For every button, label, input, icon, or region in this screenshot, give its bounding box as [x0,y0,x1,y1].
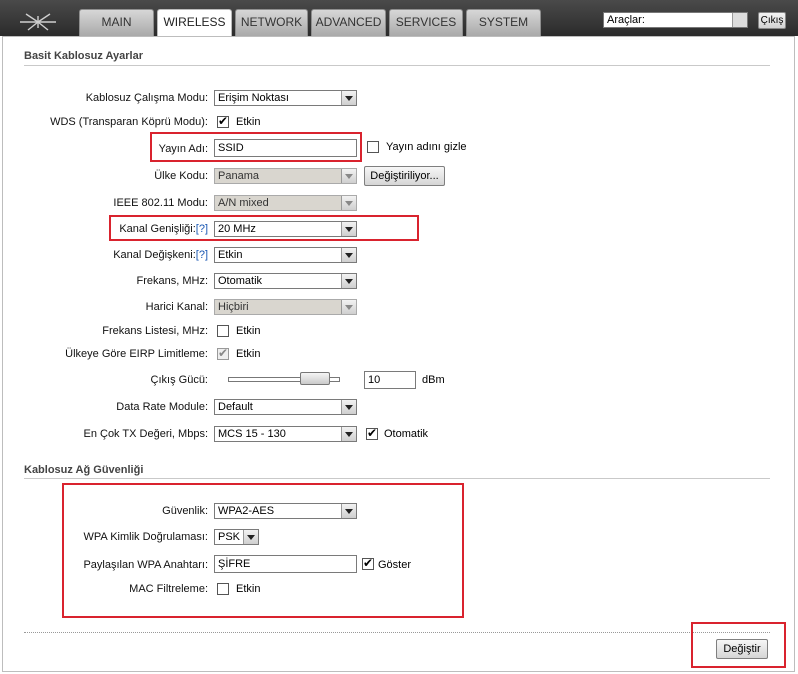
max-tx-label: En Çok TX Değeri, Mbps: [83,428,208,440]
tab-services[interactable]: SERVICES [389,9,463,36]
channel-shift-value: Etkin [218,249,243,261]
tab-main[interactable]: MAIN [79,9,154,36]
data-rate-value: Default [218,401,253,413]
eirp-checkbox [217,346,229,360]
extension-channel-label: Harici Kanal: [145,301,208,313]
chevron-down-icon [341,91,356,105]
highlight-channel-width [109,215,419,241]
security-title: Kablosuz Ağ Güvenliği [24,464,144,476]
highlight-ssid [150,132,362,162]
chevron-down-icon [341,427,356,441]
max-tx-auto-text: Otomatik [384,428,429,440]
max-tx-value: MCS 15 - 130 [218,428,286,440]
top-navigation-bar: MAIN WIRELESS NETWORK ADVANCED SERVICES … [0,0,798,37]
data-rate-select[interactable]: Default [214,399,357,415]
data-rate-label: Data Rate Module: [116,401,208,413]
logout-button[interactable]: Çıkış [758,12,786,29]
ubiquiti-logo [20,13,56,31]
extension-channel-value: Hiçbiri [218,301,249,313]
highlight-security [62,483,464,618]
wds-label: WDS (Transparan Köprü Modu): [50,116,208,128]
country-select: Panama [214,168,357,184]
channel-shift-label-text: Kanal Değişkeni: [113,249,196,261]
highlight-apply [691,622,786,668]
eirp-text: Etkin [236,348,261,360]
ieee-mode-select: A/N mixed [214,195,357,211]
hide-ssid-checkbox[interactable] [367,141,379,153]
output-power-slider-handle[interactable] [300,372,330,385]
chevron-down-icon [341,196,356,210]
tools-select[interactable]: Araçlar: [603,12,748,28]
frequency-list-checkbox[interactable] [217,325,229,337]
tab-advanced[interactable]: ADVANCED [311,9,386,36]
chevron-down-icon [341,274,356,288]
wds-checkbox[interactable] [217,114,229,128]
frequency-select[interactable]: Otomatik [214,273,357,289]
frequency-list-text: Etkin [236,325,261,337]
tab-system[interactable]: SYSTEM [466,9,541,36]
change-country-button[interactable]: Değiştiriliyor... [364,166,445,186]
output-power-input[interactable]: 10 [364,371,416,389]
extension-channel-select: Hiçbiri [214,299,357,315]
footer-divider [24,632,770,633]
channel-shift-help-link[interactable]: [?] [196,249,208,261]
max-tx-auto-checkbox[interactable] [366,426,378,440]
ieee-mode-value: A/N mixed [218,197,269,209]
wireless-mode-select[interactable]: Erişim Noktası [214,90,357,106]
tools-select-value: Araçlar: [607,14,645,26]
basic-wireless-title: Basit Kablosuz Ayarlar [24,50,144,62]
eirp-label: Ülkeye Göre EIRP Limitleme: [65,348,208,360]
chevron-down-icon [341,300,356,314]
country-label: Ülke Kodu: [154,170,208,182]
wds-enabled-text: Etkin [236,116,261,128]
hide-ssid-text: Yayın adını gizle [386,141,467,153]
mode-label: Kablosuz Çalışma Modu: [85,92,208,104]
wireless-mode-value: Erişim Noktası [218,92,289,104]
divider [24,65,770,66]
ieee-label: IEEE 802.11 Modu: [113,197,208,209]
country-value: Panama [218,170,259,182]
frequency-list-label: Frekans Listesi, MHz: [102,325,208,337]
frequency-value: Otomatik [218,275,263,287]
output-power-label: Çıkış Gücü: [150,374,208,386]
chevron-down-icon [341,400,356,414]
chevron-down-icon [732,13,747,27]
chevron-down-icon [341,248,356,262]
channel-shift-select[interactable]: Etkin [214,247,357,263]
max-tx-select[interactable]: MCS 15 - 130 [214,426,357,442]
divider [24,478,770,479]
tab-wireless[interactable]: WIRELESS [157,9,232,37]
frequency-label: Frekans, MHz: [136,275,208,287]
output-power-unit: dBm [422,374,445,386]
channel-shift-label: Kanal Değişkeni:[?] [18,249,208,261]
tab-network[interactable]: NETWORK [235,9,308,36]
chevron-down-icon [341,169,356,183]
